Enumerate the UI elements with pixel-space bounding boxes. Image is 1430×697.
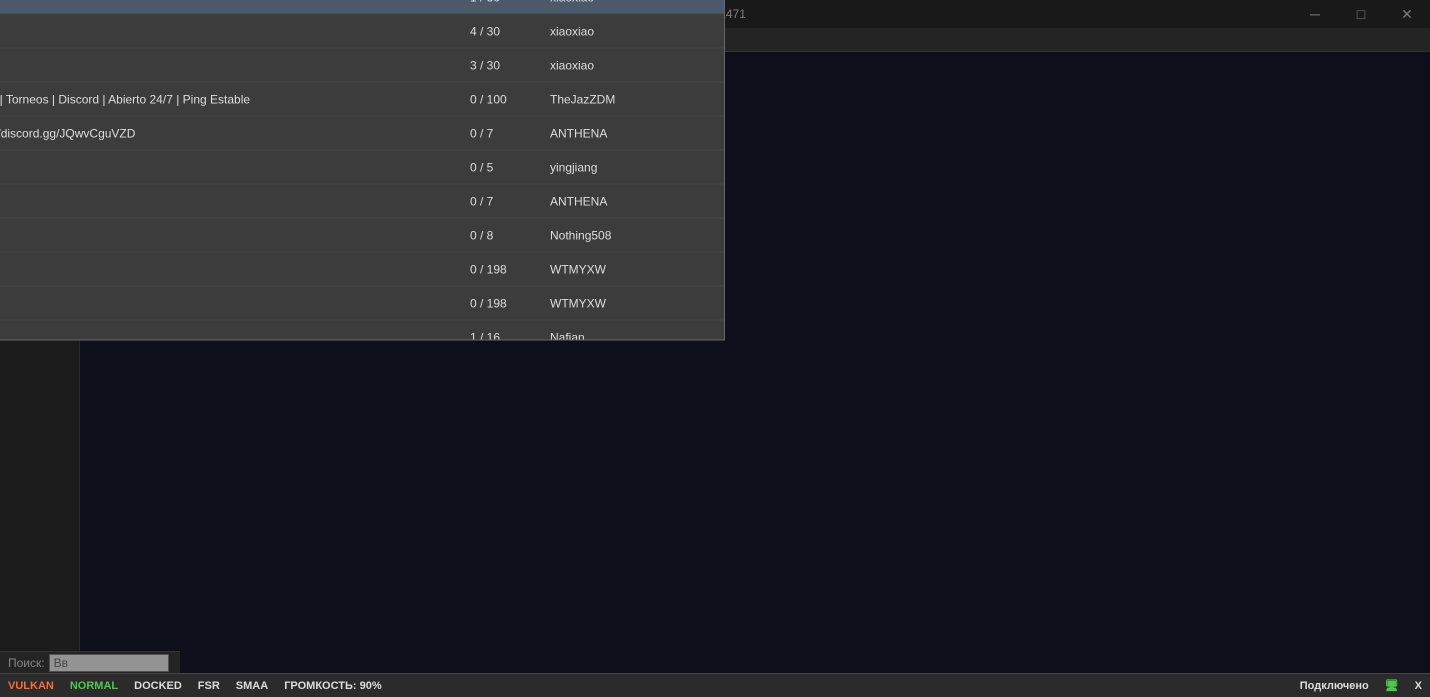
table-row[interactable]: ▶ Pokémon Sword & Shield CN| & 4 / 30 xi…	[0, 14, 724, 48]
table-row[interactable]: ▶ 🔒 0 / 198 WTMYXW	[0, 252, 724, 286]
room-name-cell: ACNH Discord Community - https://discord…	[0, 116, 464, 149]
network-icon: 🖥	[1385, 679, 1399, 692]
room-name-cell: - https://discord.gg/JQwvCguVZD	[0, 184, 464, 217]
table-row[interactable]: ▶ ¡Cualquier Juego! US | ExoTeam - Españ…	[0, 82, 724, 116]
room-name-cell: CN| &	[0, 14, 464, 47]
host-cell: yingjiang	[544, 150, 724, 183]
room-name-cell: CN| &	[0, 48, 464, 81]
host-cell: xiaoxiao	[544, 48, 724, 81]
players-cell: 0 / 100	[464, 82, 544, 115]
host-cell: ANTHENA	[544, 116, 724, 149]
room-name-cell: 🔒	[0, 218, 464, 251]
table-row[interactable]: ▶ Pokémon Scarlet Violet CN| & 1 / 30 xi…	[0, 0, 724, 14]
players-cell: 3 / 30	[464, 48, 544, 81]
room-browser-modal: Браузер публичных комнат ─ □ ✕ Псевдоним…	[0, 0, 725, 340]
players-cell: 1 / 16	[464, 320, 544, 339]
table-row[interactable]: ▶ (Animal Crossing New Horizons) ACNH Di…	[0, 116, 724, 150]
status-docked: DOCKED	[134, 680, 182, 692]
players-cell: 1 / 30	[464, 0, 544, 13]
host-cell: ANTHENA	[544, 184, 724, 217]
players-cell: 0 / 198	[464, 252, 544, 285]
status-bar: VULKAN NORMAL DOCKED FSR SMAA ГРОМКОСТЬ:…	[0, 673, 1430, 697]
host-cell: WTMYXW	[544, 252, 724, 285]
status-smaa: SMAA	[236, 680, 268, 692]
room-table: Предпочтительная игра ▾ Название комнаты…	[0, 0, 724, 339]
table-row[interactable]: ▶ 🔒 - 0 / 198 WTMYXW	[0, 286, 724, 320]
players-cell: 0 / 5	[464, 150, 544, 183]
players-cell: 0 / 198	[464, 286, 544, 319]
players-cell: 0 / 7	[464, 184, 544, 217]
table-row[interactable]: ▶ any games 🔒 0 / 8 Nothing508	[0, 218, 724, 252]
room-name-cell: 🔒	[0, 252, 464, 285]
close-status-button[interactable]: X	[1415, 680, 1422, 692]
host-cell: WTMYXW	[544, 286, 724, 319]
table-row[interactable]: ▶ (Animal Crossing: New HorizonS) 🔒 2454…	[0, 150, 724, 184]
table-row[interactable]: ▶ ( ) - https://discord.gg/JQwvCguVZD 0 …	[0, 184, 724, 218]
room-name-cell: 🔒 -	[0, 286, 464, 319]
table-row[interactable]: ▶ Saudi Arabia - multiplayer 1 / 16 Nafj…	[0, 320, 724, 339]
room-name-cell: CN| &	[0, 0, 464, 13]
status-volume: ГРОМКОСТЬ: 90%	[284, 680, 381, 692]
status-normal: NORMAL	[70, 680, 118, 692]
players-cell: 4 / 30	[464, 14, 544, 47]
host-cell: Nothing508	[544, 218, 724, 251]
host-cell: Nafjan	[544, 320, 724, 339]
host-cell: TheJazZDM	[544, 82, 724, 115]
room-name-cell: Saudi Arabia - multiplayer	[0, 320, 464, 339]
table-row[interactable]: ▶ Pokémon Sword & Shield CN| & 3 / 30 xi…	[0, 48, 724, 82]
room-name-cell: 🔒 245494682	[0, 150, 464, 183]
status-fsr: FSR	[198, 680, 220, 692]
status-connected: Подключено	[1300, 680, 1369, 692]
status-vulkan: VULKAN	[8, 680, 54, 692]
players-cell: 0 / 7	[464, 116, 544, 149]
host-cell: xiaoxiao	[544, 0, 724, 13]
room-name-cell: US | ExoTeam - Español | Partidas | Torn…	[0, 82, 464, 115]
table-body[interactable]: ▶ Animal Crossing: New Horizons CN| 2 / …	[0, 0, 724, 339]
host-cell: xiaoxiao	[544, 14, 724, 47]
players-cell: 0 / 8	[464, 218, 544, 251]
